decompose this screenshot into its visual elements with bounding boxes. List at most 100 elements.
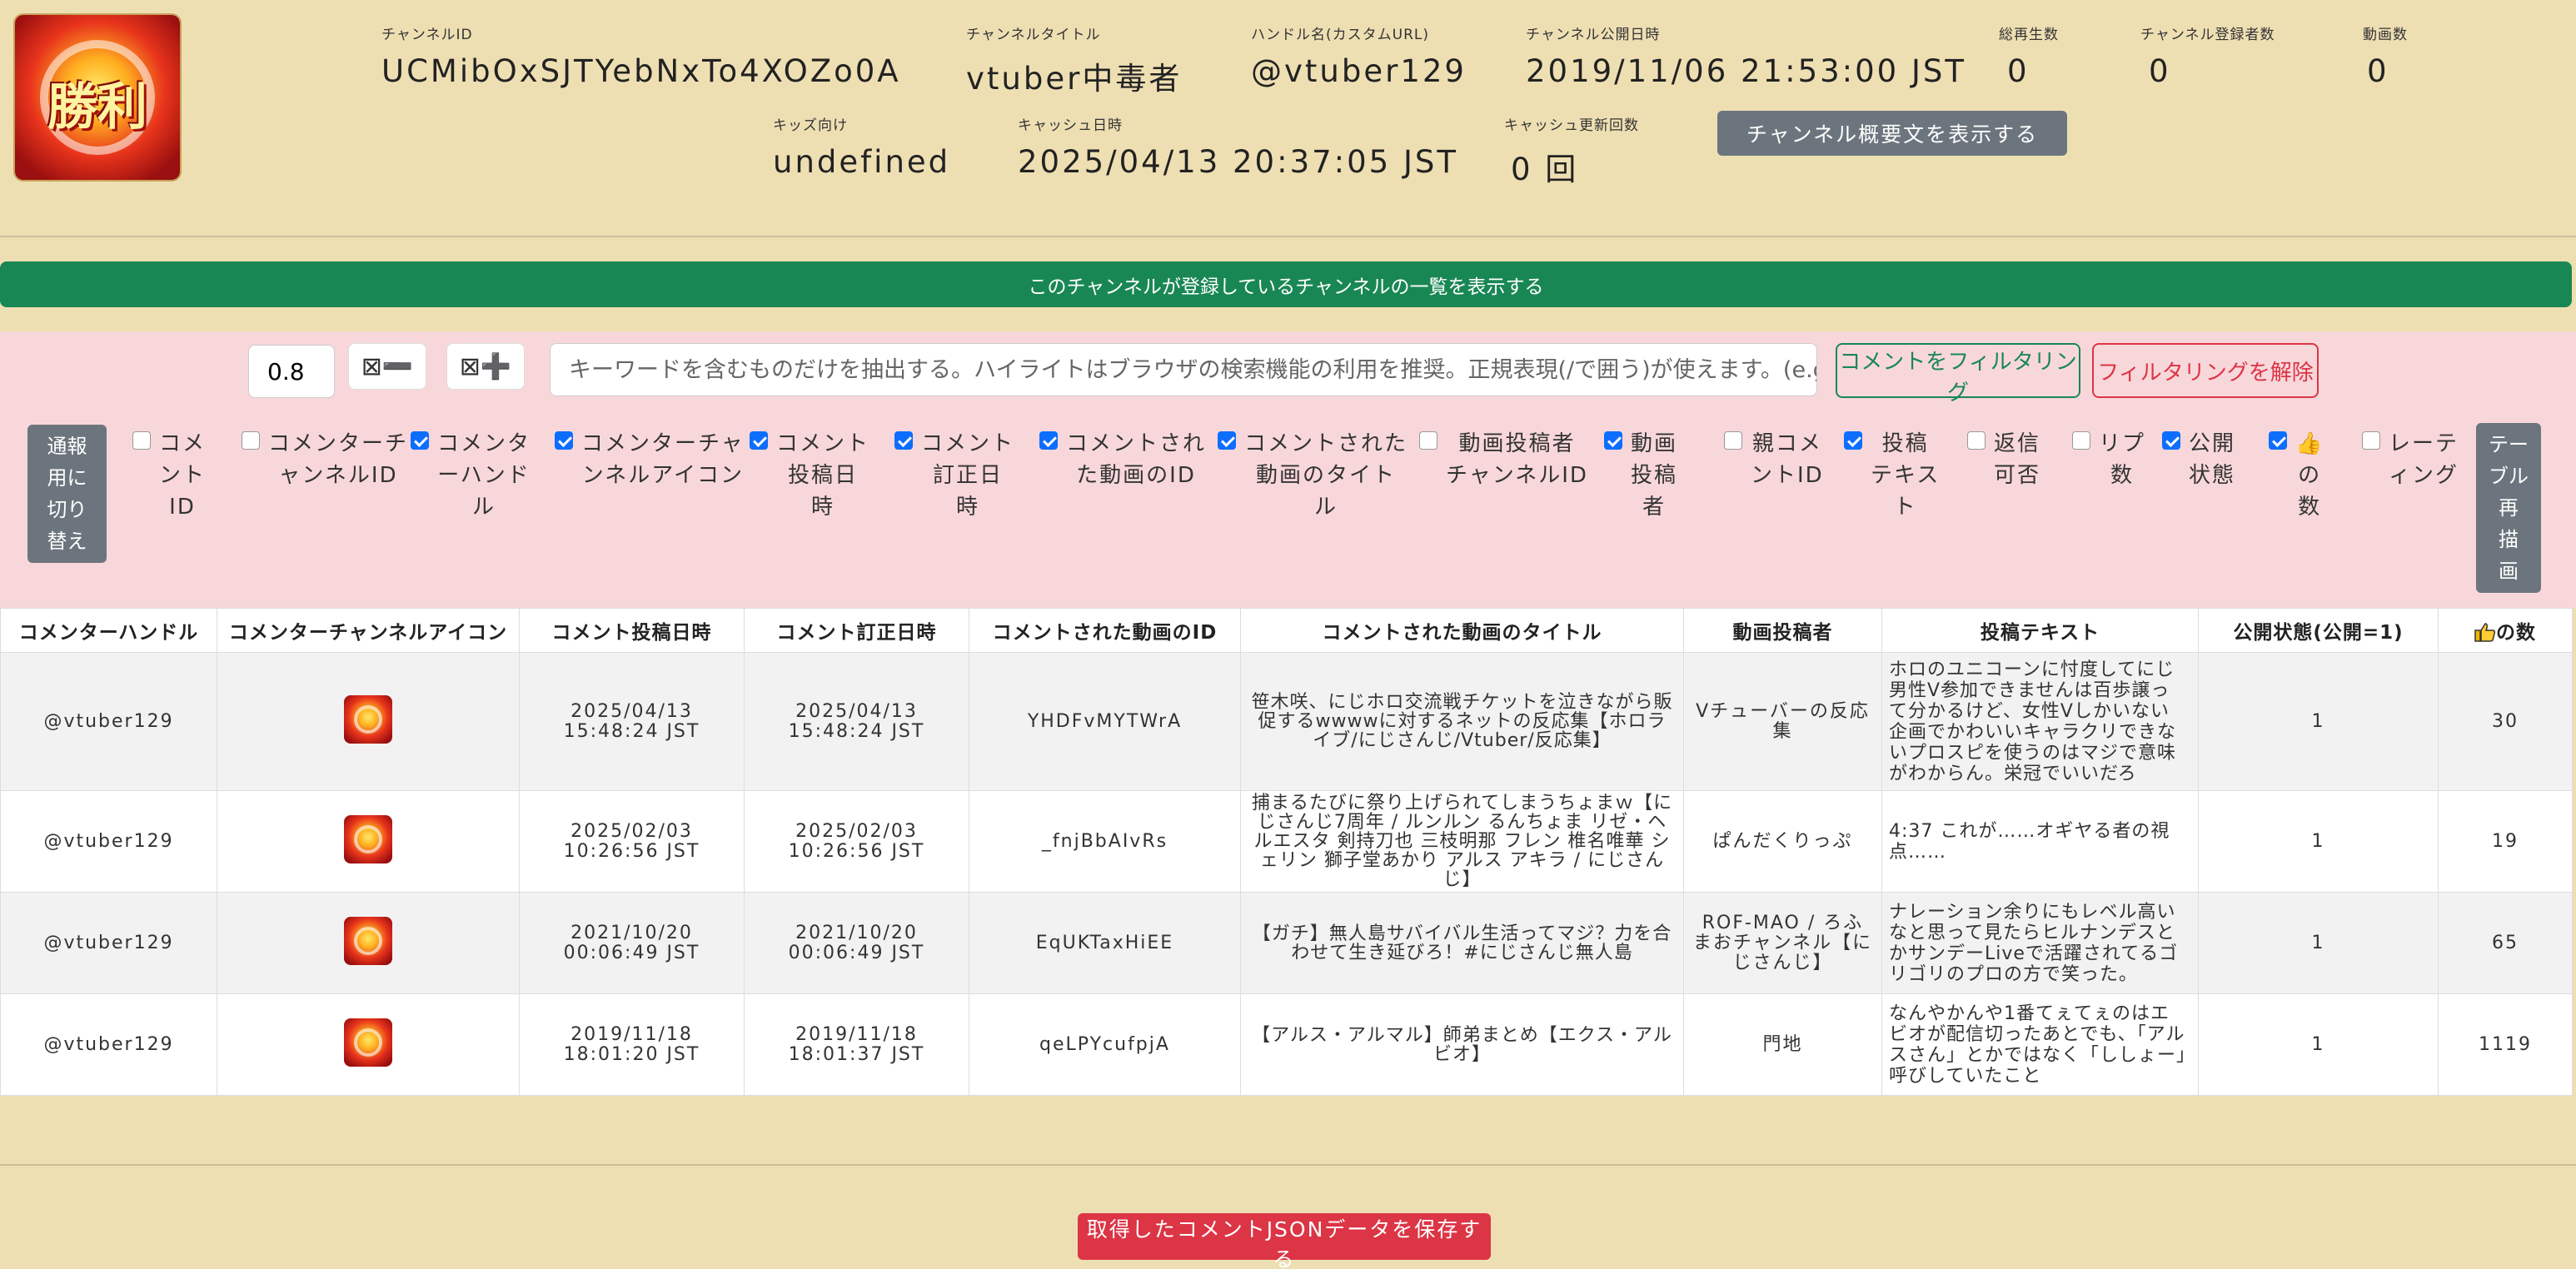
column-toggle[interactable]: コメンターチ ャンネルID [242,428,408,491]
column-toggle[interactable]: コメンタ ーハンド ル [411,428,531,523]
cell-posted: 2021/10/20 00:06:49 JST [519,892,745,994]
checkbox[interactable] [1604,431,1622,450]
column-toggle[interactable]: 動画投稿者 チャンネルID [1419,428,1588,491]
column-header[interactable]: コメンターハンドル [0,608,217,653]
show-overview-button[interactable]: チャンネル概要文を表示する [1717,111,2067,156]
checkbox[interactable] [2072,431,2090,450]
checkbox[interactable] [1724,431,1742,450]
channel-avatar: 勝利 [15,15,180,180]
column-header[interactable]: 公開状態(公開=1) [2198,608,2439,653]
meta-handle: ハンドル名(カスタムURL) @vtuber129 [1251,22,1467,89]
commenter-avatar [344,916,392,965]
column-toggle-label: リプ 数 [2099,431,2146,488]
meta-label: ハンドル名(カスタムURL) [1251,27,1429,43]
cell-edited: 2019/11/18 18:01:37 JST [744,993,969,1096]
checkbox[interactable] [411,431,429,450]
column-toggle[interactable]: レーテ ィング [2362,428,2459,491]
column-toggle[interactable]: 投稿 テキス ト [1844,428,1940,523]
checkbox[interactable] [242,431,260,450]
divider [0,236,2576,237]
zoom-out-button[interactable]: ⊠➖ [348,343,426,390]
meta-label: 総再生数 [1999,27,2059,43]
save-json-button[interactable]: 取得したコメントJSONデータを保存する [1078,1213,1491,1269]
column-header[interactable]: コメント訂正日時 [744,608,969,653]
comments-table: コメンターハンドル コメンターチャンネルアイコン コメント投稿日時 コメント訂正… [0,608,2573,1096]
column-toggle[interactable]: 親コメ ントID [1724,428,1824,491]
cell-edited: 2025/02/03 10:26:56 JST [744,790,969,893]
checkbox[interactable] [1419,431,1437,450]
column-header[interactable]: コメントされた動画のタイトル [1240,608,1684,653]
show-subscriptions-button[interactable]: このチャンネルが登録しているチャンネルの一覧を表示する [0,261,2572,307]
checkbox[interactable] [2269,431,2287,450]
cell-text: 4:37 これが……オギヤる者の視点…… [1881,790,2199,893]
checkbox[interactable] [1844,431,1862,450]
redraw-table-button[interactable]: テー ブル 再 描 画 [2476,423,2541,593]
column-header[interactable]: 動画投稿者 [1683,608,1882,653]
column-toggle[interactable]: コメントされた 動画のタイト ル [1218,428,1408,523]
clear-filter-button[interactable]: フィルタリングを解除 [2092,343,2319,398]
column-toggle[interactable]: 動画 投稿 者 [1604,428,1677,523]
meta-cached-at: キャッシュ日時 2025/04/13 20:37:05 JST [1018,113,1458,180]
column-header-likes[interactable]: の数 [2438,608,2573,653]
column-toggle[interactable]: コメント 訂正日 時 [894,428,1014,523]
column-toggle-label: コメ ント ID [159,431,207,520]
cell-status: 1 [2198,993,2439,1096]
column-header[interactable]: コメントされた動画のID [969,608,1241,653]
cell-handle: @vtuber129 [0,993,217,1096]
meta-subscribers: チャンネル登録者数 0 [2140,22,2275,89]
meta-value: @vtuber129 [1251,53,1467,89]
column-toggle[interactable]: コメントされ た動画のID [1039,428,1206,491]
column-header[interactable]: コメント投稿日時 [519,608,745,653]
checkbox[interactable] [750,431,768,450]
cell-video-id[interactable]: YHDFvMYTWrA [969,652,1241,791]
checkbox[interactable] [1039,431,1058,450]
column-toggle[interactable]: 返信 可否 [1967,428,2040,491]
cell-video-id[interactable]: EqUKTaxHiEE [969,892,1241,994]
zoom-input[interactable] [248,345,335,398]
meta-video-count: 動画数 0 [2363,22,2408,89]
cell-video-id[interactable]: qeLPYcufpjA [969,993,1241,1096]
table-row: @vtuber129 2019/11/18 18:01:20 JST 2019/11… [0,993,2573,1096]
cell-edited: 2025/04/13 15:48:24 JST [744,652,969,791]
column-toggle[interactable]: コメ ント ID [132,428,206,523]
cell-handle: @vtuber129 [0,652,217,791]
meta-value: vtuber中毒者 [966,61,1183,97]
cell-video-id[interactable]: _fnjBbAIvRs [969,790,1241,893]
meta-label: チャンネルID [381,27,473,43]
table-row: @vtuber129 2021/10/20 00:06:49 JST 2021/10… [0,892,2573,994]
cell-status: 1 [2198,892,2439,994]
cell-video-title: 【アルス・アルマル】師弟まとめ【エクス・アルビオ】 [1240,993,1684,1096]
checkbox[interactable] [1218,431,1236,450]
checkbox[interactable] [2162,431,2180,450]
meta-value: 0 [2007,53,2030,89]
filter-comments-button[interactable]: コメントをフィルタリング [1836,343,2080,406]
column-toggle[interactable]: 公開 状態 [2162,428,2235,491]
keyword-input[interactable] [550,343,1817,396]
column-toggle-label: 公開 状態 [2189,431,2236,488]
zoom-in-button[interactable]: ⊠➕ [446,343,525,390]
cell-text: ナレーション余りにもレベル高いなと思って見たらヒルナンデスとかサンデーLiveで… [1881,892,2199,994]
cell-uploader: ROF-MAO / ろふまおチャンネル【にじさんじ】 [1683,892,1882,994]
checkbox[interactable] [2362,431,2380,450]
cell-video-title: 笹木咲、にじホロ交流戦チケットを泣きながら販促するwwwwに対するネットの反応集… [1240,652,1684,791]
column-toggle-label: 動画 投稿 者 [1631,431,1678,520]
cell-text: なんやかんや1番てぇてぇのはエビオが配信切ったあとでも、「アルスさん」とかではな… [1881,993,2199,1096]
table-row: @vtuber129 2025/04/13 15:48:24 JST 2025/04… [0,652,2573,791]
meta-value: 0 回 [1511,152,1579,187]
table-header-row: コメンターハンドル コメンターチャンネルアイコン コメント投稿日時 コメント訂正… [0,608,2573,653]
column-header[interactable]: コメンターチャンネルアイコン [217,608,520,653]
column-toggle[interactable]: リプ 数 [2072,428,2145,491]
checkbox[interactable] [132,431,151,450]
cell-icon [217,790,520,893]
cell-likes: 1119 [2438,993,2573,1096]
checkbox[interactable] [894,431,913,450]
column-toggle[interactable]: 👍 の 数 [2269,428,2324,523]
checkbox[interactable] [1967,431,1986,450]
column-header[interactable]: 投稿テキスト [1881,608,2199,653]
column-toggle[interactable]: コメント 投稿日 時 [750,428,869,523]
switch-report-mode-button[interactable]: 通報 用に 切り 替え [27,425,107,563]
meta-channel-id: チャンネルID UCMibOxSJTYebNxTo4XOZo0A [381,22,901,89]
checkbox[interactable] [555,431,573,450]
column-toggle[interactable]: コメンターチャ ンネルアイコン [555,428,745,491]
meta-value: 2025/04/13 20:37:05 JST [1018,144,1458,180]
